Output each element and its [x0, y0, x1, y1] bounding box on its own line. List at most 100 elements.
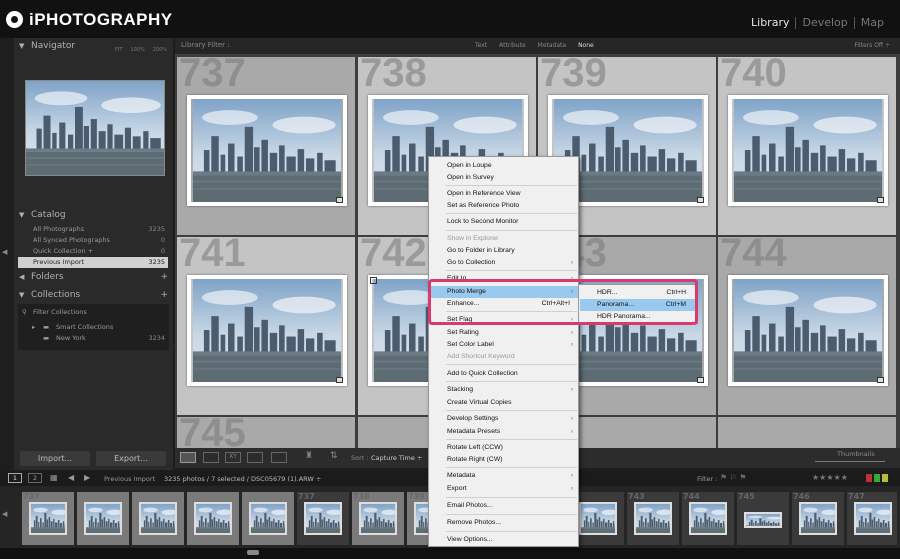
flag-filter-icons[interactable]: ⚑ ⚐ ⚑ — [720, 473, 747, 482]
zoom-fit[interactable]: FIT — [115, 43, 122, 58]
filmstrip-cell[interactable]: 747 — [847, 492, 897, 545]
filter-attribute[interactable]: Attribute — [499, 42, 526, 49]
catalog-row[interactable]: All Synced Photographs 0 — [18, 235, 168, 246]
filmstrip-cell[interactable] — [572, 492, 624, 545]
pick-flag-icon[interactable] — [370, 277, 377, 284]
filmstrip-cell[interactable]: 737 — [297, 492, 349, 545]
module-map[interactable]: Map — [853, 17, 890, 29]
filmstrip-thumbnail[interactable] — [304, 502, 342, 535]
import-button[interactable]: Import... — [20, 451, 90, 466]
loupe-view-icon[interactable] — [203, 452, 219, 463]
people-view-icon[interactable] — [271, 452, 287, 463]
photo-thumbnail[interactable] — [187, 95, 347, 206]
grid-cell[interactable]: 744 — [718, 237, 896, 415]
filmstrip-thumbnail[interactable] — [194, 502, 232, 535]
yellow-label-icon[interactable] — [882, 474, 888, 482]
menu-item-open-in-loupe[interactable]: Open in Loupe — [430, 160, 578, 172]
grid-icon[interactable]: ▦ — [50, 473, 58, 482]
menu-item-rotate-left-ccw[interactable]: Rotate Left (CCW) — [430, 442, 578, 454]
filmstrip-left-arrow-icon[interactable]: ◀ — [2, 510, 7, 518]
collection-new-york[interactable]: ▬ New York 3234 — [18, 333, 168, 344]
sort-select[interactable]: Capture Time ÷ — [371, 454, 422, 462]
menu-item-add-to-quick-collection[interactable]: Add to Quick Collection — [430, 368, 578, 380]
zoom-200[interactable]: 200% — [153, 43, 167, 58]
sort-direction-icon[interactable]: ⇅ — [330, 451, 338, 461]
filmstrip-source[interactable]: Previous Import — [104, 475, 155, 483]
filmstrip-cell[interactable]: 746 — [792, 492, 844, 545]
add-folder-icon[interactable]: + — [160, 270, 168, 285]
menu-item-enhance[interactable]: Enhance... Ctrl+Alt+I — [430, 298, 578, 310]
photo-thumbnail[interactable] — [728, 275, 888, 386]
add-collection-icon[interactable]: + — [160, 288, 168, 303]
catalog-header[interactable]: ▼ Catalog — [14, 208, 173, 223]
green-label-icon[interactable] — [874, 474, 880, 482]
submenu-item-panorama[interactable]: Panorama... Ctrl+M — [580, 299, 698, 311]
photo-thumbnail[interactable] — [728, 95, 888, 206]
catalog-row-selected[interactable]: Previous Import 3235 — [18, 257, 168, 268]
menu-item-open-in-survey[interactable]: Open in Survey — [430, 172, 578, 184]
menu-item-photo-merge[interactable]: Photo Merge › — [430, 286, 578, 298]
filmstrip-cell[interactable] — [242, 492, 294, 545]
filter-collections-input[interactable]: ⚲ Filter Collections — [18, 307, 168, 318]
menu-item-set-rating[interactable]: Set Rating › — [430, 327, 578, 339]
filmstrip-cell[interactable]: 745 — [737, 492, 789, 545]
menu-item-stacking[interactable]: Stacking › — [430, 384, 578, 396]
grid-cell[interactable]: 745 — [177, 417, 355, 448]
filmstrip-cell[interactable] — [187, 492, 239, 545]
survey-view-icon[interactable] — [247, 452, 263, 463]
filmstrip-thumbnail[interactable] — [29, 502, 67, 535]
navigator-header[interactable]: ▼ Navigator FIT 100% 200% — [14, 39, 173, 54]
menu-item-set-color-label[interactable]: Set Color Label › — [430, 339, 578, 351]
filter-none[interactable]: None — [578, 42, 594, 49]
filmstrip-thumbnail[interactable] — [799, 502, 837, 535]
filmstrip-thumbnail[interactable] — [359, 502, 397, 535]
submenu-item-hdr-panorama[interactable]: HDR Panorama... — [580, 311, 698, 323]
filter-metadata[interactable]: Metadata — [538, 42, 566, 49]
menu-item-develop-settings[interactable]: Develop Settings › — [430, 413, 578, 425]
menu-item-go-to-folder-in-library[interactable]: Go to Folder in Library — [430, 245, 578, 257]
filmstrip-thumbnail[interactable] — [634, 502, 672, 535]
menu-item-open-in-reference-view[interactable]: Open in Reference View — [430, 188, 578, 200]
filmstrip-info[interactable]: 3235 photos / 7 selected / DSC05679 (1).… — [164, 475, 321, 483]
filmstrip-thumbnail[interactable] — [249, 502, 287, 535]
rating-filter-stars-icon[interactable]: ★★★★★ — [812, 473, 848, 482]
menu-item-export[interactable]: Export › — [430, 483, 578, 495]
main-window-button[interactable]: 1 — [8, 473, 22, 483]
compare-view-icon[interactable]: XY — [225, 452, 241, 463]
menu-item-create-virtual-copies[interactable]: Create Virtual Copies — [430, 397, 578, 409]
menu-item-set-flag[interactable]: Set Flag › — [430, 314, 578, 326]
filmstrip-thumbnail[interactable] — [84, 502, 122, 535]
catalog-row[interactable]: All Photographs 3235 — [18, 224, 168, 235]
filmstrip-thumbnail[interactable] — [689, 502, 727, 535]
filmstrip-thumbnail[interactable] — [579, 502, 617, 535]
back-arrow-icon[interactable]: ◀ — [68, 473, 74, 482]
grid-view-icon[interactable] — [180, 452, 196, 463]
menu-item-lock-to-second-monitor[interactable]: Lock to Second Monitor — [430, 216, 578, 228]
menu-item-view-options[interactable]: View Options... — [430, 534, 578, 546]
filmstrip-cell[interactable]: 738 — [352, 492, 404, 545]
module-library[interactable]: Library — [745, 17, 795, 29]
forward-arrow-icon[interactable]: ▶ — [84, 473, 90, 482]
filmstrip-cell[interactable] — [77, 492, 129, 545]
filmstrip-thumbnail[interactable] — [139, 502, 177, 535]
grid-cell[interactable] — [718, 417, 896, 448]
menu-item-remove-photos[interactable]: Remove Photos... — [430, 517, 578, 529]
grid-cell-selected[interactable]: 740 — [718, 57, 896, 235]
filmstrip-cell[interactable]: 744 — [682, 492, 734, 545]
menu-item-metadata[interactable]: Metadata › — [430, 470, 578, 482]
thumbnail-size-slider[interactable] — [815, 461, 885, 462]
left-panel-toggle-icon[interactable]: ◀ — [2, 248, 7, 256]
filmstrip-thumbnail[interactable] — [744, 512, 782, 528]
filmstrip-cell[interactable]: 737 — [22, 492, 74, 545]
menu-item-edit-in[interactable]: Edit In › — [430, 273, 578, 285]
grid-cell[interactable]: 737 — [177, 57, 355, 235]
second-window-button[interactable]: 2 — [28, 473, 42, 483]
filmstrip-scroll-handle[interactable] — [247, 550, 259, 555]
catalog-row[interactable]: Quick Collection + 0 — [18, 246, 168, 257]
submenu-item-hdr[interactable]: HDR... Ctrl+H — [580, 287, 698, 299]
menu-item-set-as-reference-photo[interactable]: Set as Reference Photo — [430, 200, 578, 212]
menu-item-email-photos[interactable]: Email Photos... — [430, 500, 578, 512]
menu-item-rotate-right-cw[interactable]: Rotate Right (CW) — [430, 454, 578, 466]
filter-text[interactable]: Text — [475, 42, 487, 49]
filmstrip-thumbnail[interactable] — [854, 502, 892, 535]
